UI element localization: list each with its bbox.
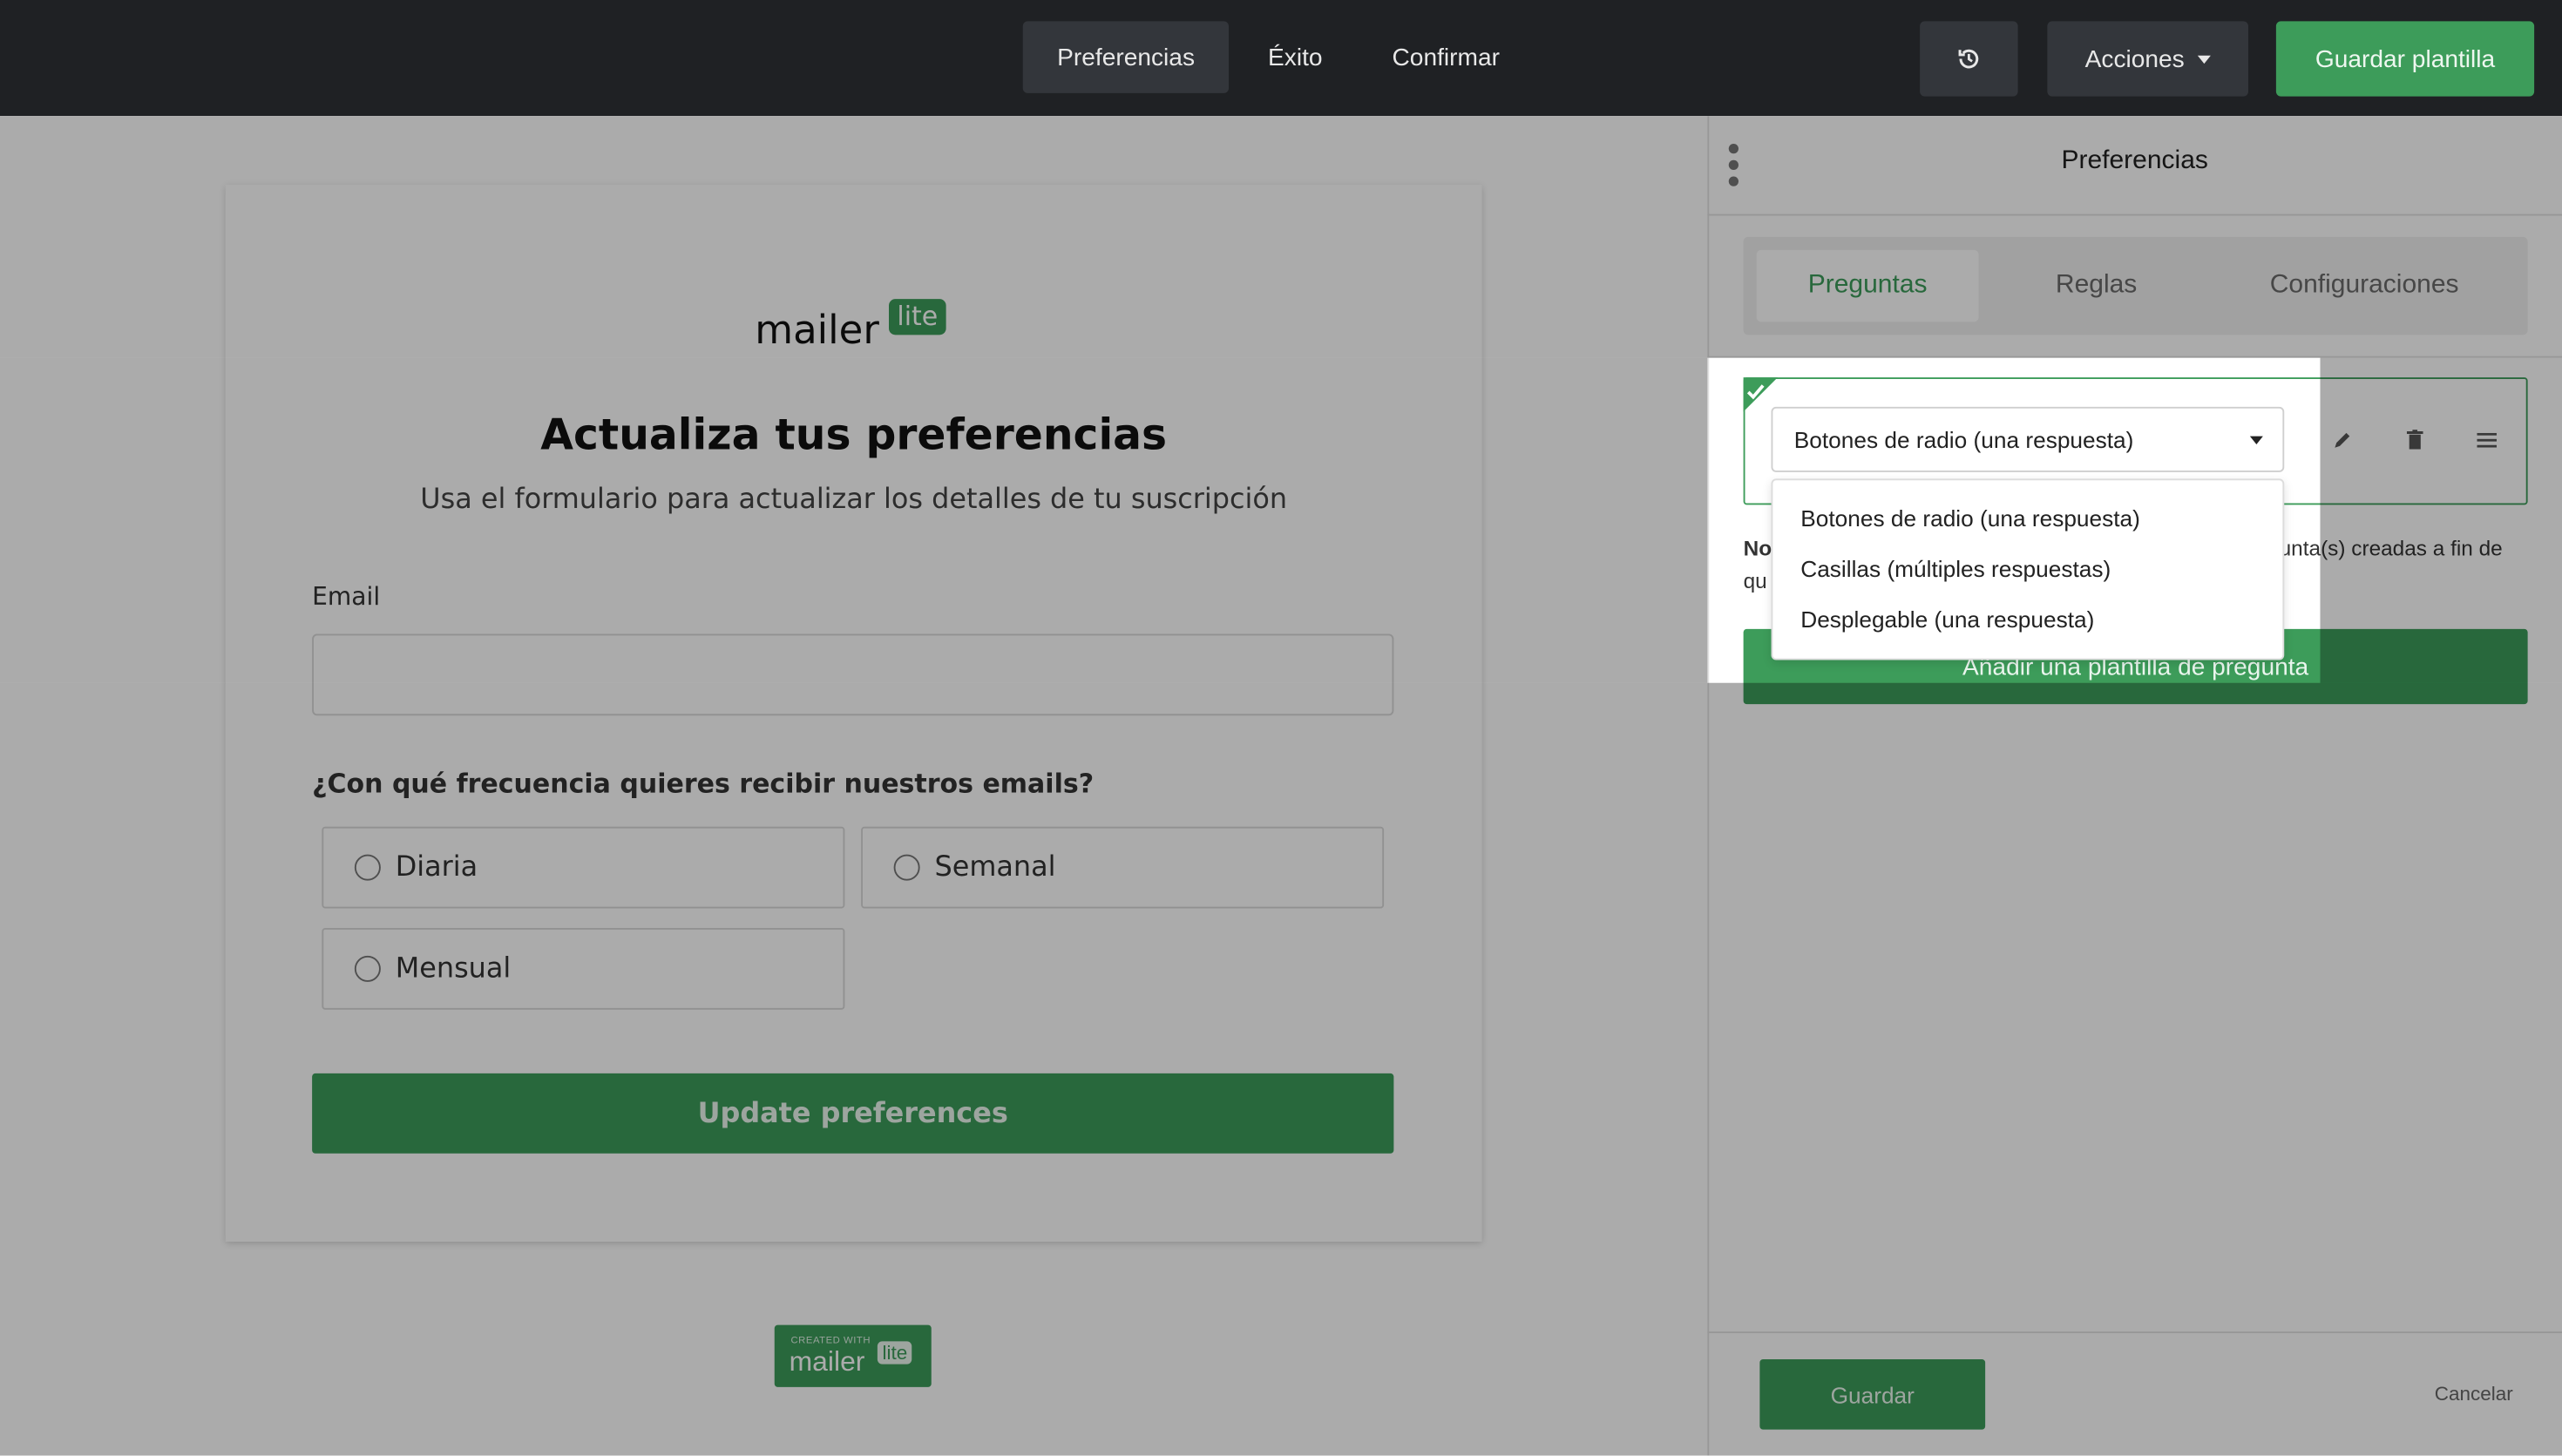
chevron-down-icon: [2198, 55, 2211, 63]
save-button[interactable]: Guardar: [1759, 1359, 1985, 1430]
dropdown-option-radio[interactable]: Botones de radio (una respuesta): [1800, 505, 2140, 531]
history-icon: [1955, 46, 1982, 72]
chevron-down-icon: [2250, 437, 2263, 444]
radio-option-mensual[interactable]: Mensual: [322, 928, 844, 1010]
update-preferences-button[interactable]: Update preferences: [312, 1073, 1393, 1154]
panel-divider: [1707, 214, 2562, 216]
frequency-question: ¿Con qué frecuencia quieres recibir nues…: [312, 768, 1094, 799]
panel-footer-divider: [1707, 1331, 2562, 1333]
note-text-tail: unta(s) creadas a fin de: [2280, 532, 2503, 565]
email-label: Email: [312, 582, 380, 612]
panel-title: Preferencias: [1707, 147, 2562, 177]
radio-circle-icon: [894, 855, 920, 881]
dropdown-option-checkbox[interactable]: Casillas (múltiples respuestas): [1800, 556, 2111, 582]
app-root: Preferencias Éxito Confirmar Acciones Gu…: [0, 0, 2562, 1456]
logo-badge: lite: [889, 299, 946, 335]
note-text-line2: qu: [1744, 565, 1767, 599]
radio-label: Diaria: [396, 851, 478, 884]
note-bold: No: [1744, 532, 1772, 565]
radio-label: Semanal: [935, 851, 1056, 884]
tab-reglas[interactable]: Reglas: [1985, 250, 2207, 322]
tab-exito[interactable]: Éxito: [1234, 21, 1357, 93]
trash-icon[interactable]: [2399, 423, 2432, 457]
save-template-button[interactable]: Guardar plantilla: [2276, 21, 2534, 96]
actions-label: Acciones: [2085, 45, 2185, 73]
radio-label: Mensual: [396, 952, 512, 985]
radio-option-diaria[interactable]: Diaria: [322, 827, 844, 909]
radio-circle-icon: [355, 855, 381, 881]
form-title: Actualiza tus preferencias: [226, 412, 1482, 461]
badge-lite: lite: [878, 1341, 912, 1364]
mailerlite-logo: mailer lite: [755, 297, 967, 362]
panel-divider: [1707, 356, 2562, 358]
badge-top-text: CREATED WITH: [791, 1337, 871, 1346]
form-subtitle: Usa el formulario para actualizar los de…: [226, 484, 1482, 517]
cancel-link[interactable]: Cancelar: [2435, 1382, 2513, 1405]
created-with-badge[interactable]: CREATED WITH mailer lite: [775, 1325, 932, 1387]
email-field[interactable]: [312, 634, 1393, 716]
question-type-value: Botones de radio (una respuesta): [1794, 426, 2134, 452]
logo-word: mailer: [755, 308, 879, 354]
tab-preguntas[interactable]: Preguntas: [1757, 250, 1979, 322]
actions-button[interactable]: Acciones: [2047, 21, 2248, 96]
question-type-select[interactable]: Botones de radio (una respuesta): [1772, 407, 2285, 472]
radio-option-semanal[interactable]: Semanal: [861, 827, 1384, 909]
checkmark-icon: [1746, 379, 1766, 409]
dropdown-option-dropdown[interactable]: Desplegable (una respuesta): [1800, 606, 2094, 633]
history-button[interactable]: [1920, 21, 2018, 96]
edit-pencil-icon[interactable]: [2327, 423, 2360, 457]
radio-circle-icon: [355, 956, 381, 982]
question-type-dropdown: Botones de radio (una respuesta) Casilla…: [1772, 478, 2285, 660]
drag-handle-icon[interactable]: [2470, 423, 2504, 457]
tab-confirmar[interactable]: Confirmar: [1358, 21, 1534, 93]
badge-word: mailer: [790, 1346, 865, 1379]
tab-configuraciones[interactable]: Configuraciones: [2214, 250, 2515, 322]
tab-preferencias[interactable]: Preferencias: [1023, 21, 1230, 93]
